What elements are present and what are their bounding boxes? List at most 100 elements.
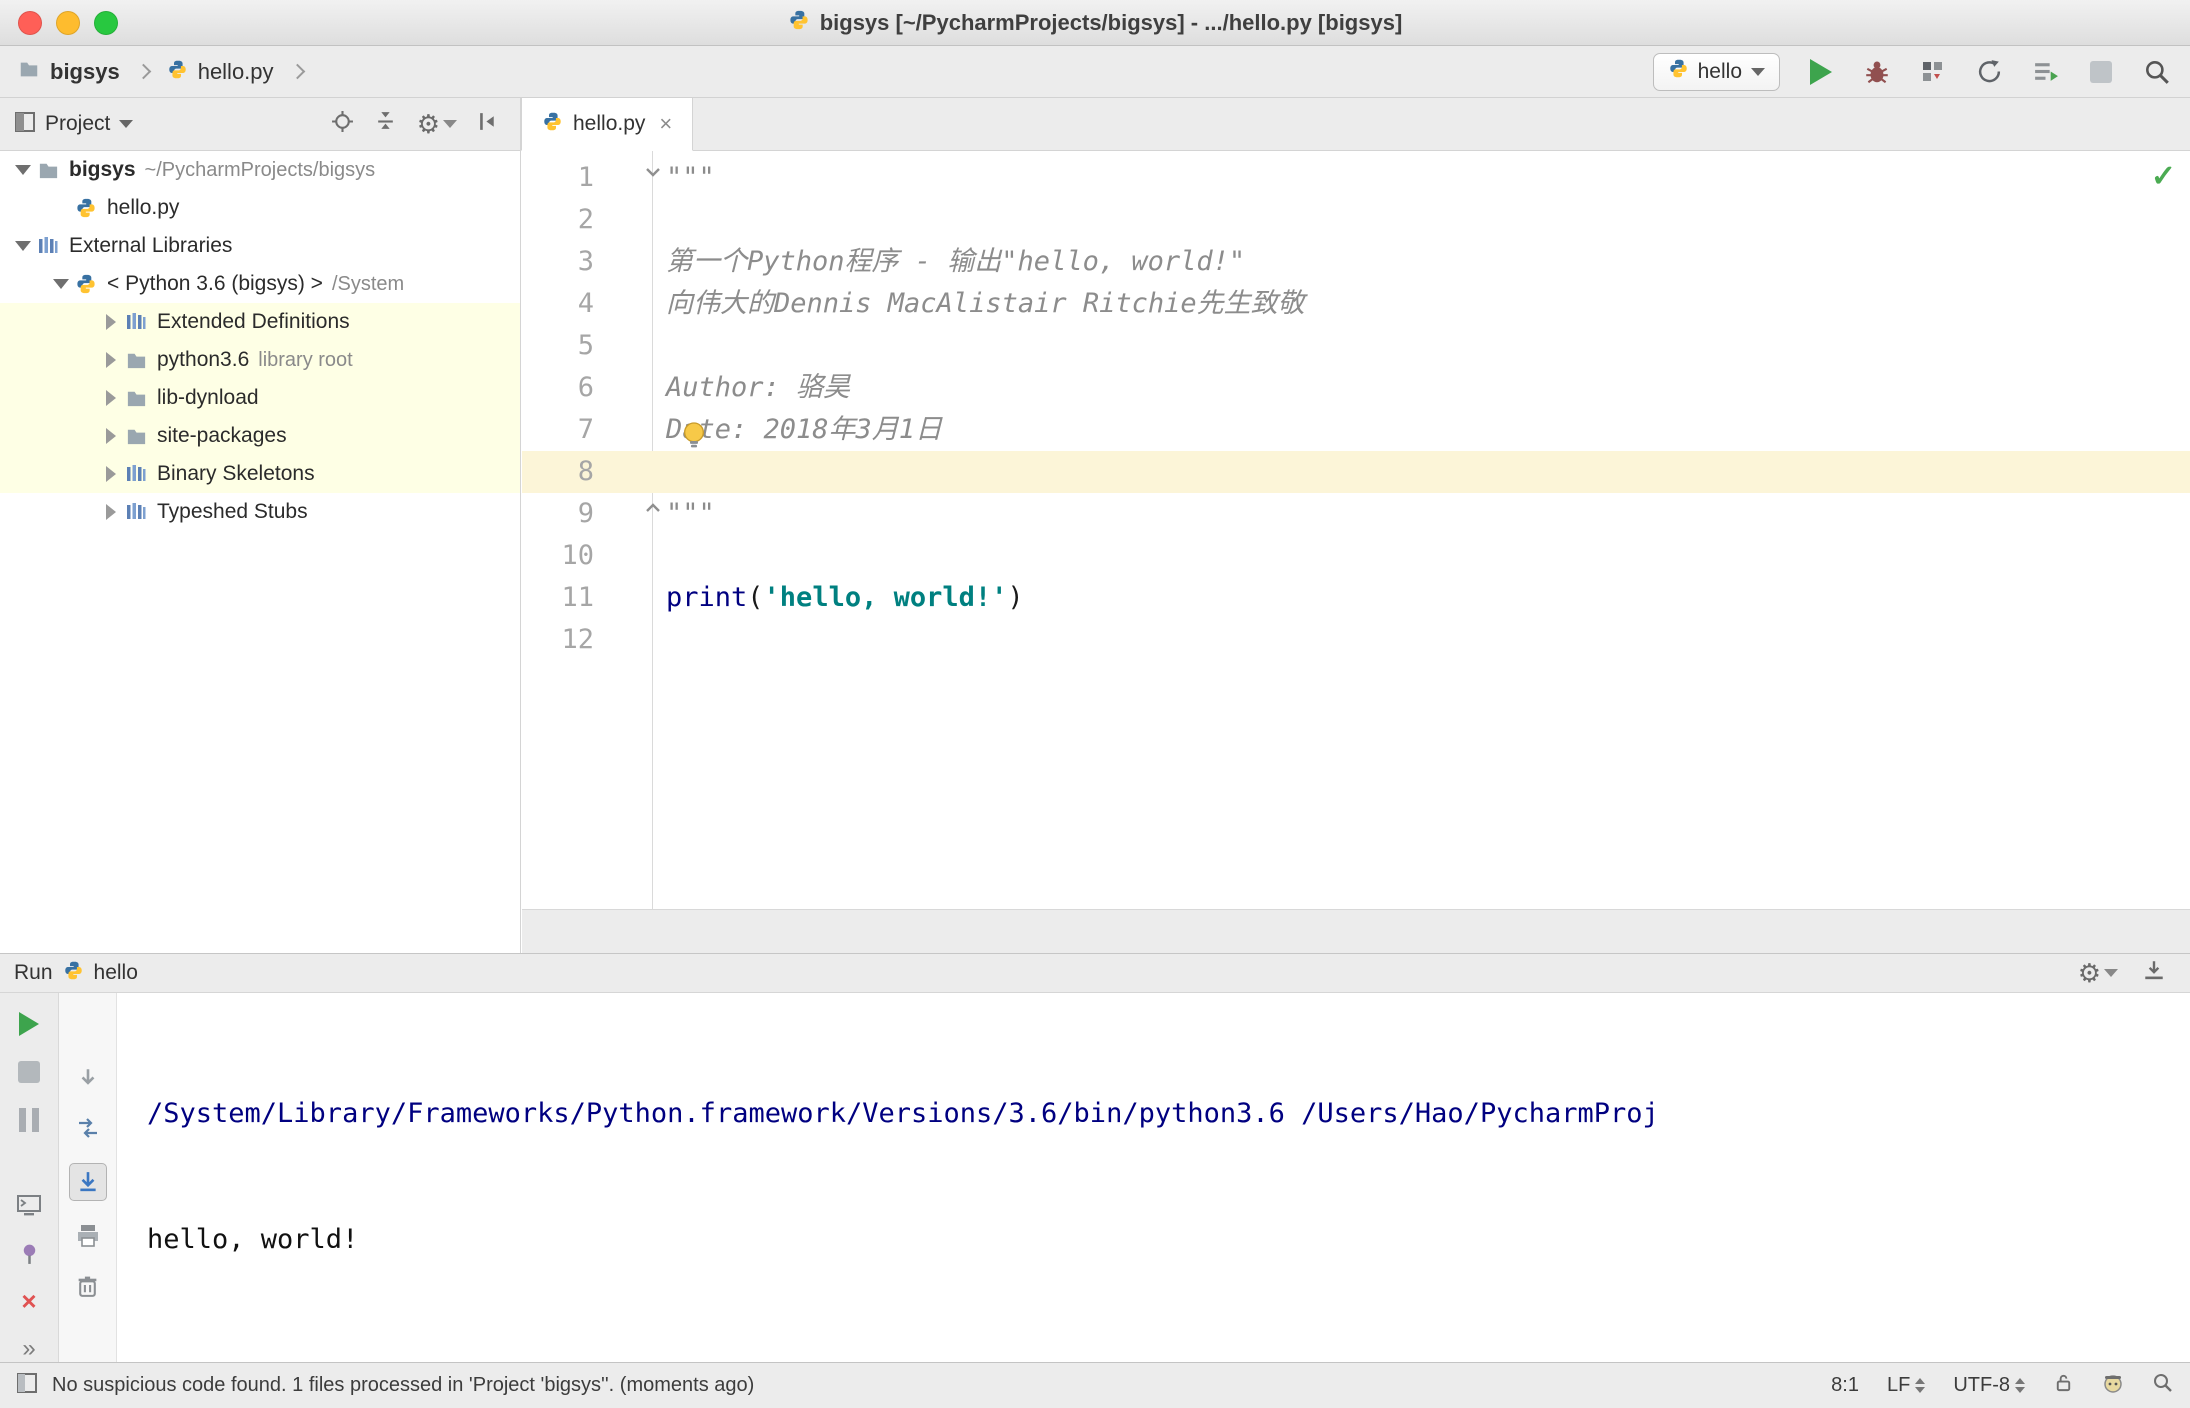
chevron-down-icon[interactable] [119,120,134,128]
project-tree[interactable]: bigsys ~/PycharmProjects/bigsys hello.py… [0,151,521,953]
line-number[interactable]: 6 [522,367,614,409]
tab-hello-py[interactable]: hello.py [521,98,694,151]
run-configuration-select[interactable]: hello [1652,52,1780,91]
tree-item-binary-skeletons[interactable]: Binary Skeletons [0,455,520,493]
stop-button[interactable] [2086,57,2116,87]
code-line[interactable]: 4 向伟大的Dennis MacAlistair Ritchie先生致敬 [522,283,2190,325]
fold-marker-icon[interactable] [642,161,664,183]
caret-position-widget[interactable]: 8:1 [1831,1374,1859,1397]
breadcrumb-file[interactable]: hello.py [198,59,274,85]
close-toolwindow-button[interactable] [14,1288,44,1314]
chevron-right-icon[interactable] [98,504,124,520]
chevron-down-icon[interactable] [48,279,74,289]
chevron-down-icon[interactable] [10,241,36,251]
run-tab-label[interactable]: hello [94,961,138,985]
line-number[interactable]: 4 [522,283,614,325]
toolbar-overflow-icon[interactable] [14,1336,44,1362]
stop-button[interactable] [14,1059,44,1085]
code-line[interactable]: 7 Date: 2018年3月1日 [522,409,2190,451]
down-stack-icon[interactable] [73,1063,103,1093]
tree-item-project-root[interactable]: bigsys ~/PycharmProjects/bigsys [0,151,520,189]
line-number[interactable]: 10 [522,535,614,577]
run-console-output[interactable]: /System/Library/Frameworks/Python.framew… [117,993,2190,1362]
inspection-ok-icon[interactable] [2151,159,2176,194]
fold-marker-icon[interactable] [642,497,664,519]
intention-bulb-icon[interactable] [678,419,710,456]
code-line[interactable]: 1 """ [522,157,2190,199]
chevron-right-icon[interactable] [98,352,124,368]
run-with-coverage-button[interactable] [1918,57,1948,87]
show-console-icon[interactable] [14,1192,44,1218]
collapse-all-icon[interactable] [374,110,397,138]
code-line[interactable]: 10 [522,535,2190,577]
run-toolwindow-header[interactable]: Run hello [0,953,2190,993]
code-line[interactable]: 12 [522,619,2190,661]
line-number[interactable]: 3 [522,241,614,283]
minimize-window-button[interactable] [56,11,80,35]
scroll-to-end-button[interactable] [68,1163,107,1201]
tree-item-typeshed-stubs[interactable]: Typeshed Stubs [0,493,520,531]
settings-gear-icon[interactable] [417,111,457,137]
current-code-line[interactable]: 8 [522,451,2190,493]
close-window-button[interactable] [18,11,42,35]
chevron-right-icon[interactable] [98,314,124,330]
chevron-right-icon[interactable] [98,390,124,406]
search-everywhere-button[interactable] [2142,57,2172,87]
line-number[interactable]: 1 [522,157,614,199]
line-number[interactable]: 5 [522,325,614,367]
tree-item-extended-definitions[interactable]: Extended Definitions [0,303,520,341]
code-line[interactable]: 9 """ [522,493,2190,535]
editor-horizontal-scrollbar[interactable] [522,909,2190,953]
search-icon[interactable] [2152,1372,2174,1400]
hide-panel-icon[interactable] [477,110,500,138]
concurrency-diagram-button[interactable] [2030,57,2060,87]
line-separator-widget[interactable]: LF [1887,1374,1926,1397]
code-line[interactable]: 5 [522,325,2190,367]
tree-item-label: Binary Skeletons [157,462,315,485]
chevron-down-icon[interactable] [10,165,36,175]
line-number[interactable]: 11 [522,577,614,619]
line-number[interactable]: 2 [522,199,614,241]
code-line[interactable]: 6 Author: 骆昊 [522,367,2190,409]
titlebar[interactable]: bigsys [~/PycharmProjects/bigsys] - .../… [0,0,2190,46]
tree-item-external-libraries[interactable]: External Libraries [0,227,520,265]
hide-toolwindow-icon[interactable] [2142,958,2166,988]
project-panel-toolbar [331,110,506,138]
code-line[interactable]: 2 [522,199,2190,241]
chevron-right-icon[interactable] [98,428,124,444]
project-panel-title[interactable]: Project [45,112,110,136]
code-editor[interactable]: 1 """ 2 3 第一个Python程序 - 输出"hello, world!" … [522,151,2190,909]
zoom-window-button[interactable] [94,11,118,35]
print-icon[interactable] [73,1221,103,1251]
hector-inspections-icon[interactable] [2102,1372,2124,1400]
pin-icon[interactable] [14,1240,44,1266]
line-number[interactable]: 8 [522,451,614,493]
debug-button[interactable] [1862,57,1892,87]
code-line[interactable]: 11 print('hello, world!') [522,577,2190,619]
line-number[interactable]: 7 [522,409,614,451]
status-message[interactable]: No suspicious code found. 1 files proces… [52,1374,754,1397]
tree-item-lib-dynload[interactable]: lib-dynload [0,379,520,417]
tree-item-site-packages[interactable]: site-packages [0,417,520,455]
settings-gear-icon[interactable] [2078,960,2118,986]
close-tab-icon[interactable] [659,111,672,137]
restore-layout-icon[interactable] [73,1113,103,1143]
rerun-button[interactable] [14,1011,44,1037]
encoding-widget[interactable]: UTF-8 [1953,1374,2025,1397]
code-line[interactable]: 3 第一个Python程序 - 输出"hello, world!" [522,241,2190,283]
line-number[interactable]: 9 [522,493,614,535]
pycharm-window: bigsys [~/PycharmProjects/bigsys] - .../… [0,0,2190,1408]
clear-console-trash-icon[interactable] [73,1271,103,1301]
write-access-lock-icon[interactable] [2053,1372,2074,1399]
tree-item-python36-root[interactable]: python3.6 library root [0,341,520,379]
run-button[interactable] [1806,57,1836,87]
chevron-right-icon[interactable] [98,466,124,482]
locate-file-icon[interactable] [331,110,354,138]
tree-item-python-sdk[interactable]: < Python 3.6 (bigsys) > /System [0,265,520,303]
toolwindow-toggle-icon[interactable] [16,1372,38,1400]
line-number[interactable]: 12 [522,619,614,661]
breadcrumb-project[interactable]: bigsys [50,59,120,85]
pause-output-button[interactable] [14,1107,44,1133]
profiler-button[interactable] [1974,57,2004,87]
tree-item-hello-py[interactable]: hello.py [0,189,520,227]
